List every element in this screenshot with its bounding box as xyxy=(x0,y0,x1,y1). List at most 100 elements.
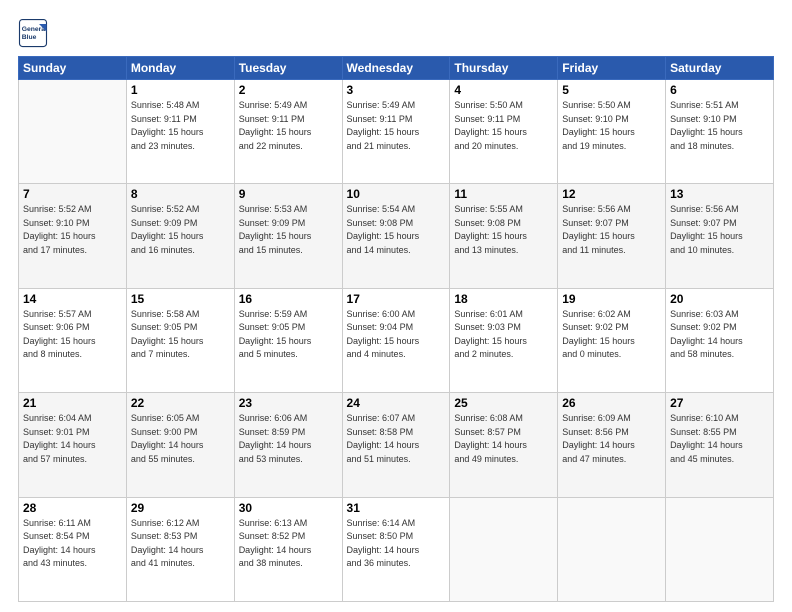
calendar-cell: 19 Sunrise: 6:02 AM Sunset: 9:02 PM Dayli… xyxy=(558,288,666,392)
day-info: Sunrise: 6:14 AM Sunset: 8:50 PM Dayligh… xyxy=(347,517,446,571)
calendar-cell: 10 Sunrise: 5:54 AM Sunset: 9:08 PM Dayli… xyxy=(342,184,450,288)
calendar-cell: 18 Sunrise: 6:01 AM Sunset: 9:03 PM Dayli… xyxy=(450,288,558,392)
day-info: Sunrise: 6:12 AM Sunset: 8:53 PM Dayligh… xyxy=(131,517,230,571)
calendar-week-row: 28Sunrise: 6:11 AM Sunset: 8:54 PM Dayli… xyxy=(19,497,774,601)
day-info: Sunrise: 6:13 AM Sunset: 8:52 PM Dayligh… xyxy=(239,517,338,571)
weekday-header: Sunday xyxy=(19,57,127,80)
day-info: Sunrise: 5:48 AM Sunset: 9:11 PM Dayligh… xyxy=(131,99,230,153)
calendar-cell: 7 Sunrise: 5:52 AM Sunset: 9:10 PM Daylig… xyxy=(19,184,127,288)
calendar-cell: 1 Sunrise: 5:48 AM Sunset: 9:11 PM Daylig… xyxy=(126,80,234,184)
day-info: Sunrise: 6:05 AM Sunset: 9:00 PM Dayligh… xyxy=(131,412,230,466)
weekday-header: Saturday xyxy=(666,57,774,80)
day-info: Sunrise: 5:56 AM Sunset: 9:07 PM Dayligh… xyxy=(670,203,769,257)
day-info: Sunrise: 6:10 AM Sunset: 8:55 PM Dayligh… xyxy=(670,412,769,466)
day-number: 26 xyxy=(562,396,661,410)
day-number: 31 xyxy=(347,501,446,515)
day-number: 6 xyxy=(670,83,769,97)
day-number: 15 xyxy=(131,292,230,306)
weekday-header: Friday xyxy=(558,57,666,80)
day-info: Sunrise: 6:00 AM Sunset: 9:04 PM Dayligh… xyxy=(347,308,446,362)
day-info: Sunrise: 5:55 AM Sunset: 9:08 PM Dayligh… xyxy=(454,203,553,257)
calendar-cell: 27Sunrise: 6:10 AM Sunset: 8:55 PM Dayli… xyxy=(666,393,774,497)
day-number: 4 xyxy=(454,83,553,97)
calendar-cell: 8 Sunrise: 5:52 AM Sunset: 9:09 PM Daylig… xyxy=(126,184,234,288)
calendar-cell: 29 Sunrise: 6:12 AM Sunset: 8:53 PM Dayli… xyxy=(126,497,234,601)
day-number: 17 xyxy=(347,292,446,306)
calendar-cell: 17 Sunrise: 6:00 AM Sunset: 9:04 PM Dayli… xyxy=(342,288,450,392)
calendar-cell: 3 Sunrise: 5:49 AM Sunset: 9:11 PM Daylig… xyxy=(342,80,450,184)
calendar-cell: 14 Sunrise: 5:57 AM Sunset: 9:06 PM Dayli… xyxy=(19,288,127,392)
calendar-cell: 23Sunrise: 6:06 AM Sunset: 8:59 PM Dayli… xyxy=(234,393,342,497)
day-info: Sunrise: 5:50 AM Sunset: 9:11 PM Dayligh… xyxy=(454,99,553,153)
day-number: 25 xyxy=(454,396,553,410)
calendar-cell: 31 Sunrise: 6:14 AM Sunset: 8:50 PM Dayli… xyxy=(342,497,450,601)
day-info: Sunrise: 5:58 AM Sunset: 9:05 PM Dayligh… xyxy=(131,308,230,362)
day-number: 23 xyxy=(239,396,338,410)
calendar-cell: 15 Sunrise: 5:58 AM Sunset: 9:05 PM Dayli… xyxy=(126,288,234,392)
day-info: Sunrise: 6:04 AM Sunset: 9:01 PM Dayligh… xyxy=(23,412,122,466)
day-info: Sunrise: 5:50 AM Sunset: 9:10 PM Dayligh… xyxy=(562,99,661,153)
day-number: 9 xyxy=(239,187,338,201)
day-number: 16 xyxy=(239,292,338,306)
day-number: 5 xyxy=(562,83,661,97)
weekday-header: Thursday xyxy=(450,57,558,80)
weekday-header: Monday xyxy=(126,57,234,80)
day-info: Sunrise: 6:01 AM Sunset: 9:03 PM Dayligh… xyxy=(454,308,553,362)
calendar-cell: 11Sunrise: 5:55 AM Sunset: 9:08 PM Dayli… xyxy=(450,184,558,288)
day-info: Sunrise: 5:53 AM Sunset: 9:09 PM Dayligh… xyxy=(239,203,338,257)
day-number: 3 xyxy=(347,83,446,97)
day-number: 22 xyxy=(131,396,230,410)
weekday-header: Tuesday xyxy=(234,57,342,80)
day-number: 29 xyxy=(131,501,230,515)
calendar-cell: 28Sunrise: 6:11 AM Sunset: 8:54 PM Dayli… xyxy=(19,497,127,601)
day-number: 30 xyxy=(239,501,338,515)
day-number: 24 xyxy=(347,396,446,410)
day-info: Sunrise: 5:57 AM Sunset: 9:06 PM Dayligh… xyxy=(23,308,122,362)
calendar-cell xyxy=(558,497,666,601)
day-info: Sunrise: 5:49 AM Sunset: 9:11 PM Dayligh… xyxy=(347,99,446,153)
day-info: Sunrise: 5:52 AM Sunset: 9:09 PM Dayligh… xyxy=(131,203,230,257)
day-info: Sunrise: 5:52 AM Sunset: 9:10 PM Dayligh… xyxy=(23,203,122,257)
day-info: Sunrise: 5:49 AM Sunset: 9:11 PM Dayligh… xyxy=(239,99,338,153)
day-number: 20 xyxy=(670,292,769,306)
calendar-week-row: 21 Sunrise: 6:04 AM Sunset: 9:01 PM Dayli… xyxy=(19,393,774,497)
day-number: 18 xyxy=(454,292,553,306)
day-number: 10 xyxy=(347,187,446,201)
calendar-cell xyxy=(450,497,558,601)
day-info: Sunrise: 5:59 AM Sunset: 9:05 PM Dayligh… xyxy=(239,308,338,362)
calendar-header-row: SundayMondayTuesdayWednesdayThursdayFrid… xyxy=(19,57,774,80)
calendar-cell: 26 Sunrise: 6:09 AM Sunset: 8:56 PM Dayli… xyxy=(558,393,666,497)
calendar-cell xyxy=(19,80,127,184)
calendar-table: SundayMondayTuesdayWednesdayThursdayFrid… xyxy=(18,56,774,602)
day-info: Sunrise: 6:02 AM Sunset: 9:02 PM Dayligh… xyxy=(562,308,661,362)
day-info: Sunrise: 6:09 AM Sunset: 8:56 PM Dayligh… xyxy=(562,412,661,466)
calendar-cell: 6 Sunrise: 5:51 AM Sunset: 9:10 PM Daylig… xyxy=(666,80,774,184)
logo-icon: General Blue xyxy=(18,18,48,48)
day-number: 19 xyxy=(562,292,661,306)
calendar-cell: 30 Sunrise: 6:13 AM Sunset: 8:52 PM Dayli… xyxy=(234,497,342,601)
weekday-header: Wednesday xyxy=(342,57,450,80)
day-number: 14 xyxy=(23,292,122,306)
calendar-week-row: 7 Sunrise: 5:52 AM Sunset: 9:10 PM Daylig… xyxy=(19,184,774,288)
day-info: Sunrise: 6:07 AM Sunset: 8:58 PM Dayligh… xyxy=(347,412,446,466)
day-info: Sunrise: 5:56 AM Sunset: 9:07 PM Dayligh… xyxy=(562,203,661,257)
day-info: Sunrise: 5:51 AM Sunset: 9:10 PM Dayligh… xyxy=(670,99,769,153)
page: General Blue SundayMondayTuesdayWednesda… xyxy=(0,0,792,612)
day-number: 28 xyxy=(23,501,122,515)
calendar-cell: 20Sunrise: 6:03 AM Sunset: 9:02 PM Dayli… xyxy=(666,288,774,392)
day-info: Sunrise: 5:54 AM Sunset: 9:08 PM Dayligh… xyxy=(347,203,446,257)
day-number: 8 xyxy=(131,187,230,201)
svg-text:Blue: Blue xyxy=(22,34,37,41)
day-number: 7 xyxy=(23,187,122,201)
calendar-cell: 24 Sunrise: 6:07 AM Sunset: 8:58 PM Dayli… xyxy=(342,393,450,497)
day-number: 1 xyxy=(131,83,230,97)
day-number: 21 xyxy=(23,396,122,410)
calendar-cell: 5 Sunrise: 5:50 AM Sunset: 9:10 PM Daylig… xyxy=(558,80,666,184)
calendar-cell: 4 Sunrise: 5:50 AM Sunset: 9:11 PM Daylig… xyxy=(450,80,558,184)
calendar-cell: 9 Sunrise: 5:53 AM Sunset: 9:09 PM Daylig… xyxy=(234,184,342,288)
calendar-cell: 22 Sunrise: 6:05 AM Sunset: 9:00 PM Dayli… xyxy=(126,393,234,497)
day-number: 13 xyxy=(670,187,769,201)
day-number: 12 xyxy=(562,187,661,201)
header: General Blue xyxy=(18,18,774,48)
calendar-cell: 12 Sunrise: 5:56 AM Sunset: 9:07 PM Dayli… xyxy=(558,184,666,288)
